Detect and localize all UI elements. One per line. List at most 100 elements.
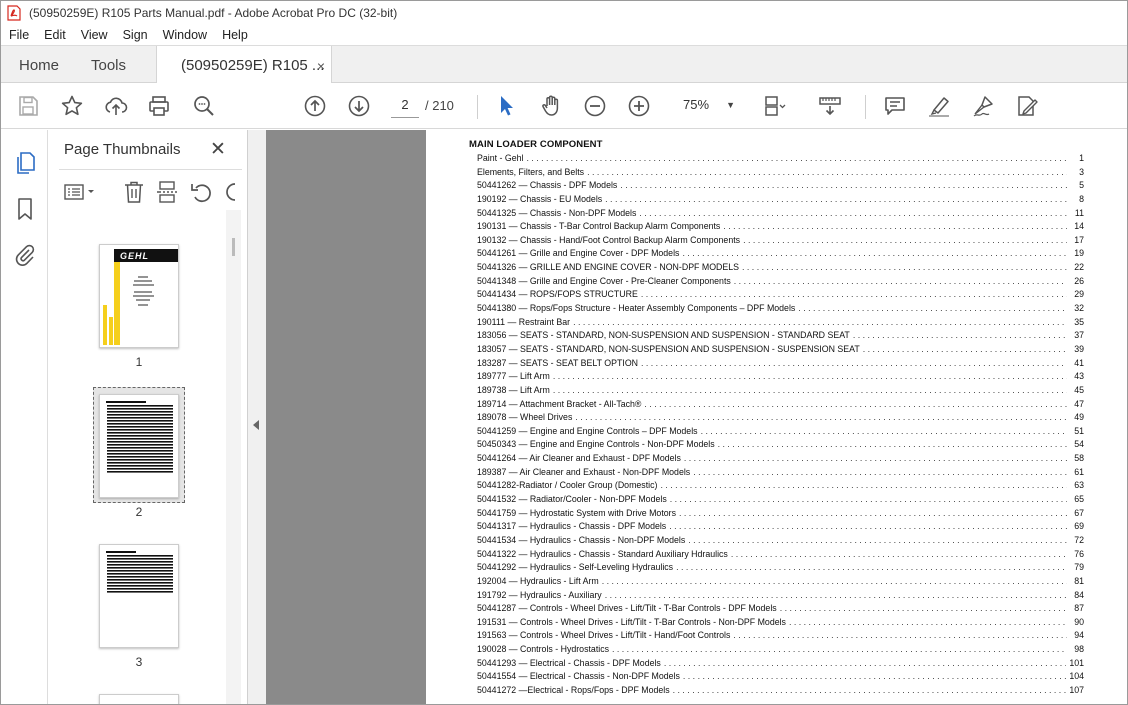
tab-home[interactable]: Home (19, 46, 59, 84)
toc-entry[interactable]: 189777 — Lift Arm 43 (477, 371, 1084, 385)
toc-entry[interactable]: 50441380 — Rops/Fops Structure - Heater … (477, 303, 1084, 317)
toc-entry[interactable]: 50441759 — Hydrostatic System with Drive… (477, 508, 1084, 522)
navigation-rail (1, 130, 48, 704)
edit-pdf-icon[interactable] (1015, 94, 1039, 118)
upload-icon[interactable] (104, 94, 128, 118)
tab-tools[interactable]: Tools (91, 46, 126, 84)
rotate-clockwise-icon[interactable] (221, 180, 235, 204)
toc-entry[interactable]: 50441287 — Controls - Wheel Drives - Lif… (477, 603, 1084, 617)
toc-entry-title: 189738 — Lift Arm (477, 384, 550, 395)
toc-entry[interactable]: 50441325 — Chassis - Non-DPF Models 11 (477, 208, 1084, 222)
save-icon[interactable] (16, 94, 40, 118)
toc-entry[interactable]: 190192 — Chassis - EU Models 8 (477, 194, 1084, 208)
tab-document[interactable]: (50950259E) R105 ... × (156, 46, 332, 84)
toc-entry[interactable]: 191563 — Controls - Wheel Drives - Lift/… (477, 630, 1084, 644)
toc-entry[interactable]: 192004 — Hydraulics - Lift Arm 81 (477, 576, 1084, 590)
toc-entry[interactable]: 189078 — Wheel Drives 49 (477, 412, 1084, 426)
scroll-mode-icon[interactable] (818, 94, 842, 118)
toc-entry[interactable]: 183056 — SEATS - STANDARD, NON-SUSPENSIO… (477, 330, 1084, 344)
page-layout-icon[interactable] (762, 94, 786, 118)
toc-entry[interactable]: 190111 — Restraint Bar 35 (477, 317, 1084, 331)
toc-entry[interactable]: 50441348 — Grille and Engine Cover - Pre… (477, 276, 1084, 290)
pages-icon[interactable] (13, 151, 37, 175)
menu-sign[interactable]: Sign (115, 28, 155, 42)
thumbnail-page-1[interactable]: GEHL (99, 244, 179, 348)
toc-entry[interactable]: 50450343 — Engine and Engine Controls - … (477, 439, 1084, 453)
toc-leader-dots (684, 453, 1067, 463)
delete-page-icon[interactable] (122, 180, 146, 204)
toc-entry[interactable]: 190132 — Chassis - Hand/Foot Control Bac… (477, 235, 1084, 249)
toc-entry-title: 50441532 — Radiator/Cooler - Non-DPF Mod… (477, 494, 667, 505)
toc-entry-title: Elements, Filters, and Belts (477, 166, 585, 177)
zoom-in-icon[interactable] (627, 94, 651, 118)
toc-entry[interactable]: 50441326 — GRILLE AND ENGINE COVER - NON… (477, 262, 1084, 276)
highlight-icon[interactable] (927, 94, 951, 118)
toc-entry[interactable]: 50441272 —Electrical - Rops/Fops - DPF M… (477, 685, 1084, 699)
thumbnail-scroll-thumb[interactable] (232, 238, 235, 256)
toc-entry[interactable]: 50441282-Radiator / Cooler Group (Domest… (477, 480, 1084, 494)
toc-entry[interactable]: 191531 — Controls - Wheel Drives - Lift/… (477, 617, 1084, 631)
toc-entry-page: 17 (1074, 234, 1084, 245)
toc-entry[interactable]: 50441434 — ROPS/FOPS STRUCTURE 29 (477, 289, 1084, 303)
toc-entry[interactable]: 191792 — Hydraulics - Auxiliary 84 (477, 590, 1084, 604)
sign-icon[interactable] (971, 94, 995, 118)
toc-entry[interactable]: 190131 — Chassis - T-Bar Control Backup … (477, 221, 1084, 235)
document-canvas[interactable]: MAIN LOADER COMPONENT Paint - Gehl 1 Eleme… (266, 130, 1127, 704)
menu-file[interactable]: File (1, 28, 36, 42)
print-icon[interactable] (147, 94, 171, 118)
attachment-icon[interactable] (13, 243, 37, 267)
toc-entry[interactable]: Paint - Gehl 1 (477, 153, 1084, 167)
title-bar: (50950259E) R105 Parts Manual.pdf - Adob… (1, 1, 1127, 25)
toc-entry[interactable]: 50441293 — Electrical - Chassis - DPF Mo… (477, 658, 1084, 672)
toc-entry[interactable]: 50441261 — Grille and Engine Cover - DPF… (477, 248, 1084, 262)
toc-entry[interactable]: 50441317 — Hydraulics - Chassis - DPF Mo… (477, 521, 1084, 535)
tab-close-icon[interactable]: × (317, 58, 325, 74)
hand-icon[interactable] (539, 94, 563, 118)
toc-entry[interactable]: 50441264 — Air Cleaner and Exhaust - DPF… (477, 453, 1084, 467)
thumbnail-page-4[interactable] (99, 694, 179, 704)
toc-entry-title: 50441261 — Grille and Engine Cover - DPF… (477, 248, 680, 259)
page-down-icon[interactable] (347, 94, 371, 118)
main-toolbar: 2 / 210 75% ▼ (1, 83, 1127, 129)
insert-page-icon[interactable] (155, 180, 179, 204)
zoom-level-select[interactable]: 75% ▼ (671, 93, 743, 117)
thumbnail-scrollbar[interactable] (226, 210, 241, 704)
toc-entry[interactable]: 50441262 — Chassis - DPF Models 5 (477, 180, 1084, 194)
zoom-search-icon[interactable] (192, 94, 216, 118)
toc-entry[interactable]: 50441292 — Hydraulics - Self-Leveling Hy… (477, 562, 1084, 576)
menu-edit[interactable]: Edit (36, 28, 73, 42)
toc-entry[interactable]: 183057 — SEATS - STANDARD, NON-SUSPENSIO… (477, 344, 1084, 358)
menu-view[interactable]: View (73, 28, 115, 42)
zoom-out-icon[interactable] (583, 94, 607, 118)
toc-entry[interactable]: 183287 — SEATS - SEAT BELT OPTION 41 (477, 358, 1084, 372)
comment-icon[interactable] (883, 94, 907, 118)
close-icon[interactable]: ✕ (210, 138, 226, 161)
bookmark-icon[interactable] (13, 197, 37, 221)
rotate-page-icon[interactable] (189, 180, 213, 204)
toc-entry[interactable]: 50441534 — Hydraulics - Chassis - Non-DP… (477, 535, 1084, 549)
thumbnail-options-icon[interactable] (63, 180, 99, 204)
toc-entry[interactable]: 190028 — Controls - Hydrostatics 98 (477, 644, 1084, 658)
toc-entry-page: 63 (1074, 480, 1084, 491)
page-up-icon[interactable] (303, 94, 327, 118)
toc-entry-page: 90 (1074, 616, 1084, 627)
menu-help[interactable]: Help (214, 28, 255, 42)
page-number-input[interactable]: 2 (391, 92, 419, 118)
toc-entry[interactable]: 50441532 — Radiator/Cooler - Non-DPF Mod… (477, 494, 1084, 508)
toc-entry[interactable]: 189714 — Attachment Bracket - All-Tach® 4… (477, 399, 1084, 413)
toc-entry[interactable]: 50441259 — Engine and Engine Controls – … (477, 426, 1084, 440)
thumbnail-page-3[interactable] (99, 544, 179, 648)
panel-collapse-handle[interactable] (248, 130, 266, 704)
star-icon[interactable] (60, 94, 84, 118)
toc-entry[interactable]: Elements, Filters, and Belts 3 (477, 167, 1084, 181)
toc-leader-dots (743, 235, 1067, 245)
toc-entry[interactable]: 50441554 — Electrical - Chassis - Non-DP… (477, 671, 1084, 685)
menu-window[interactable]: Window (155, 28, 214, 42)
select-cursor-icon[interactable] (495, 94, 519, 118)
toc-entry-page: 98 (1074, 644, 1084, 655)
toc-entry[interactable]: 50441322 — Hydraulics - Chassis - Standa… (477, 549, 1084, 563)
toc-entry[interactable]: 189387 — Air Cleaner and Exhaust - Non-D… (477, 467, 1084, 481)
toc-entry-page: 19 (1074, 248, 1084, 259)
thumbnail-page-2[interactable] (99, 394, 179, 498)
toc-entry[interactable]: 189738 — Lift Arm 45 (477, 385, 1084, 399)
